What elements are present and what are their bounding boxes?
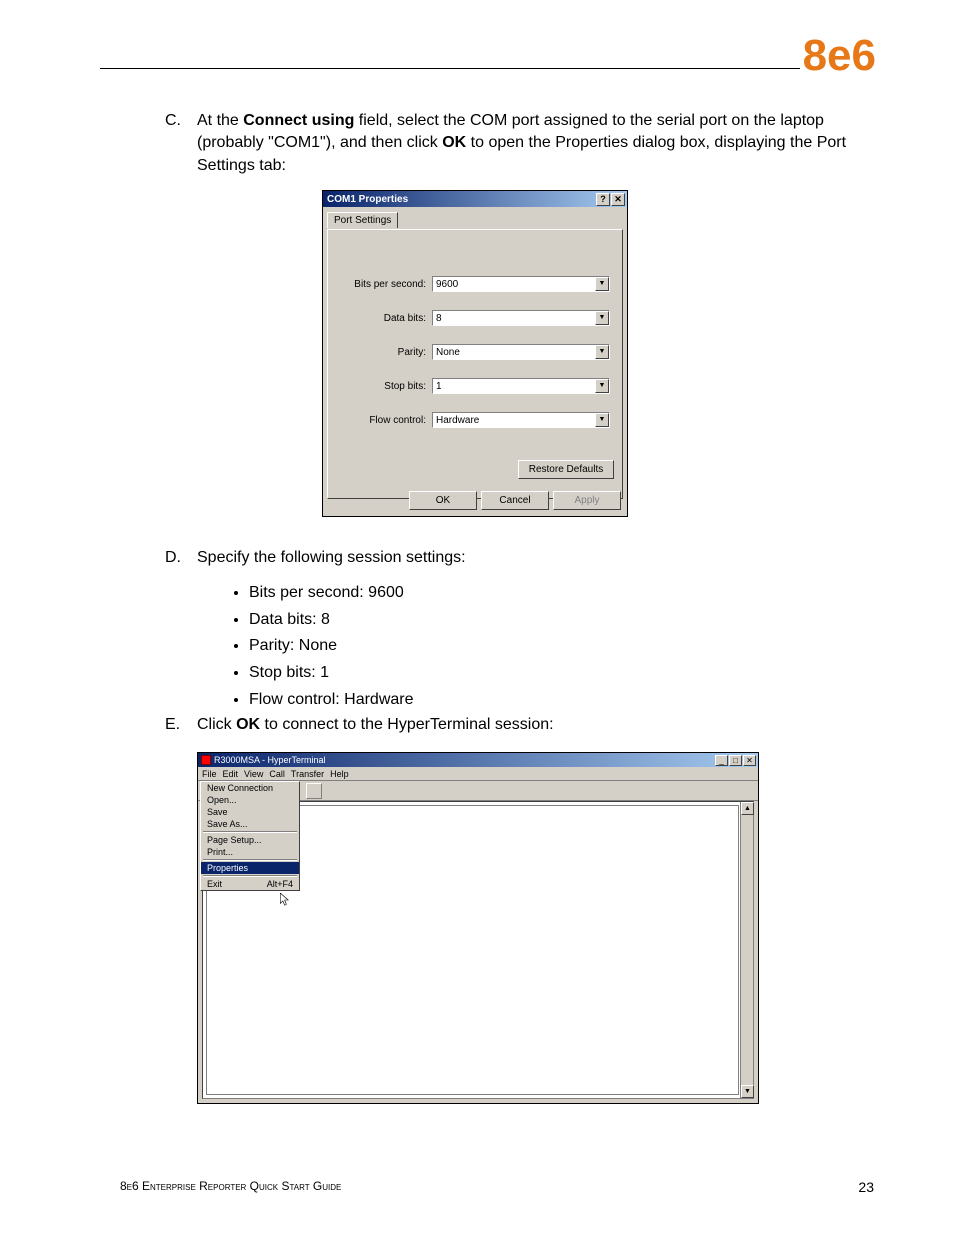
scroll-down-button[interactable]: ▼ <box>741 1085 754 1098</box>
list-item: Parity: None <box>249 634 865 659</box>
field-name-bold: Connect using <box>243 112 354 129</box>
menu-item-save-as[interactable]: Save As... <box>201 818 299 830</box>
dropdown-icon[interactable]: ▼ <box>595 413 609 427</box>
com1-properties-dialog: COM1 Properties ? ✕ Port Settings Bits p… <box>322 190 628 517</box>
text: Click <box>197 716 236 733</box>
menu-transfer[interactable]: Transfer <box>291 769 324 779</box>
databits-value: 8 <box>433 313 595 324</box>
flow-value: Hardware <box>433 415 595 426</box>
page-number: 23 <box>858 1179 874 1195</box>
menu-file[interactable]: File <box>202 769 217 779</box>
port-settings-panel: Bits per second: 9600 ▼ Data bits: 8 ▼ P… <box>327 229 623 499</box>
close-button[interactable]: ✕ <box>743 755 756 766</box>
menu-item-save[interactable]: Save <box>201 806 299 818</box>
step-d-text: Specify the following session settings: <box>197 546 466 571</box>
session-settings-list: Bits per second: 9600 Data bits: 8 Parit… <box>231 581 865 713</box>
ok-bold: OK <box>236 716 260 733</box>
menubar: File Edit View Call Transfer Help <box>198 767 758 781</box>
flow-label: Flow control: <box>340 415 432 426</box>
apply-button[interactable]: Apply <box>553 491 621 510</box>
step-d-block: D. Specify the following session setting… <box>165 546 865 715</box>
menu-edit[interactable]: Edit <box>223 769 239 779</box>
menu-item-label: Exit <box>207 879 222 889</box>
brand-logo: 8e6 <box>803 34 876 78</box>
ok-button[interactable]: OK <box>409 491 477 510</box>
databits-combo[interactable]: 8 ▼ <box>432 310 610 326</box>
stopbits-value: 1 <box>433 381 595 392</box>
toolbar-icon[interactable] <box>306 783 322 799</box>
dropdown-icon[interactable]: ▼ <box>595 379 609 393</box>
step-c-label: C. <box>165 110 197 177</box>
menu-item-exit[interactable]: Exit Alt+F4 <box>201 878 299 890</box>
menu-item-open[interactable]: Open... <box>201 794 299 806</box>
menu-item-new-connection[interactable]: New Connection <box>201 782 299 794</box>
menu-item-label: Properties <box>207 863 248 873</box>
step-e-block: E. Click OK to connect to the HyperTermi… <box>165 716 865 734</box>
menu-shortcut: Alt+F4 <box>267 879 293 889</box>
page-footer: 8e6 Enterprise Reporter Quick Start Guid… <box>120 1179 874 1195</box>
maximize-button[interactable]: □ <box>729 755 742 766</box>
menu-separator <box>203 875 297 877</box>
tab-strip: Port Settings <box>327 211 627 229</box>
footer-text: 8e6 Enterprise Reporter Quick Start Guid… <box>120 1179 341 1195</box>
vertical-scrollbar[interactable]: ▲ ▼ <box>740 802 753 1098</box>
tab-port-settings[interactable]: Port Settings <box>327 212 398 228</box>
databits-label: Data bits: <box>340 313 432 324</box>
menu-separator <box>203 859 297 861</box>
scroll-up-button[interactable]: ▲ <box>741 802 754 815</box>
dropdown-icon[interactable]: ▼ <box>595 345 609 359</box>
help-button[interactable]: ? <box>596 193 610 206</box>
close-button[interactable]: ✕ <box>611 193 625 206</box>
dropdown-icon[interactable]: ▼ <box>595 311 609 325</box>
bps-combo[interactable]: 9600 ▼ <box>432 276 610 292</box>
flow-combo[interactable]: Hardware ▼ <box>432 412 610 428</box>
dialog-title: COM1 Properties <box>327 194 408 205</box>
hyperterminal-window: R3000MSA - HyperTerminal _ □ ✕ File Edit… <box>197 752 759 1104</box>
restore-defaults-button[interactable]: Restore Defaults <box>518 460 614 479</box>
ht-titlebar[interactable]: R3000MSA - HyperTerminal _ □ ✕ <box>198 753 758 767</box>
step-d-label: D. <box>165 546 197 571</box>
text: to connect to the HyperTerminal session: <box>260 716 553 733</box>
list-item: Bits per second: 9600 <box>249 581 865 606</box>
list-item: Data bits: 8 <box>249 608 865 633</box>
menu-item-page-setup[interactable]: Page Setup... <box>201 834 299 846</box>
parity-value: None <box>433 347 595 358</box>
menu-item-print[interactable]: Print... <box>201 846 299 858</box>
menu-separator <box>203 831 297 833</box>
menu-view[interactable]: View <box>244 769 263 779</box>
menu-help[interactable]: Help <box>330 769 349 779</box>
text: At the <box>197 112 243 129</box>
stopbits-label: Stop bits: <box>340 381 432 392</box>
minimize-button[interactable]: _ <box>715 755 728 766</box>
list-item: Stop bits: 1 <box>249 661 865 686</box>
bps-label: Bits per second: <box>340 279 432 290</box>
parity-label: Parity: <box>340 347 432 358</box>
file-menu-dropdown: New Connection Open... Save Save As... P… <box>200 781 300 891</box>
app-icon <box>201 755 211 765</box>
dropdown-icon[interactable]: ▼ <box>595 277 609 291</box>
list-item: Flow control: Hardware <box>249 688 865 713</box>
step-e-label: E. <box>165 716 197 734</box>
parity-combo[interactable]: None ▼ <box>432 344 610 360</box>
menu-item-properties[interactable]: Properties <box>201 862 299 874</box>
stopbits-combo[interactable]: 1 ▼ <box>432 378 610 394</box>
ht-title-text: R3000MSA - HyperTerminal <box>214 755 326 765</box>
header-rule <box>100 68 800 69</box>
bps-value: 9600 <box>433 279 595 290</box>
step-c-paragraph: C. At the Connect using field, select th… <box>165 110 865 177</box>
dialog-titlebar[interactable]: COM1 Properties ? ✕ <box>323 191 627 207</box>
cancel-button[interactable]: Cancel <box>481 491 549 510</box>
menu-call[interactable]: Call <box>269 769 285 779</box>
ok-bold: OK <box>442 134 466 151</box>
